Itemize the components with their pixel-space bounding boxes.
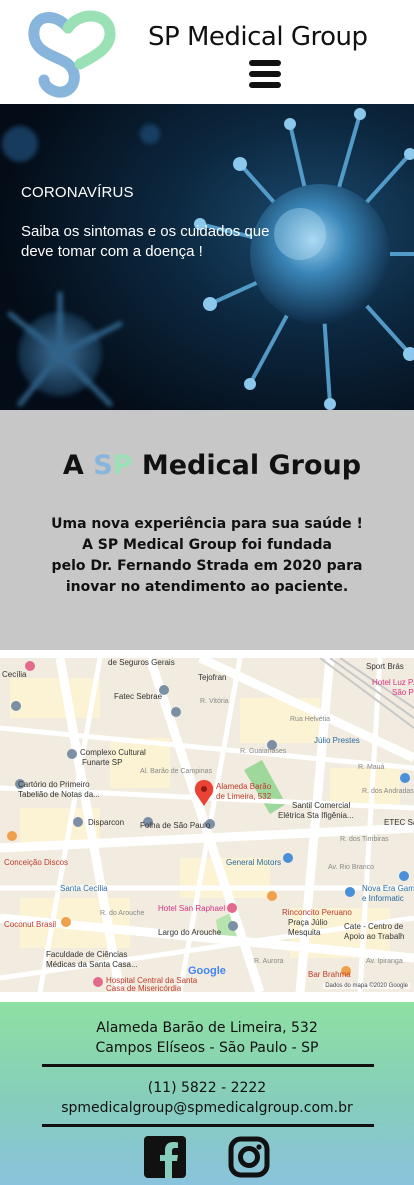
map-label: R. Vitória	[200, 698, 229, 705]
hero-text: Saiba os sintomas e os cuidados que deve…	[21, 223, 270, 260]
map-label: Tejofran	[198, 673, 227, 682]
map-label: Conceição Discos	[4, 858, 69, 867]
map-label: ETEC Sa	[384, 818, 414, 827]
map-label: Apoio ao Trabalh	[344, 932, 405, 941]
map-label: Bar Brahma	[308, 970, 351, 979]
map-label: Cecília	[2, 670, 27, 679]
site-footer: Alameda Barão de Limeira, 532 Campos Elí…	[0, 1002, 414, 1185]
map-label: R. do Arouche	[100, 910, 145, 917]
map-label: Funarte SP	[82, 758, 123, 767]
footer-phone[interactable]: (11) 5822 - 2222	[0, 1078, 414, 1098]
google-logo-text: Google	[188, 965, 226, 977]
map-label: R. dos Andradas	[362, 788, 414, 795]
map-label: Cate - Centro de	[344, 922, 404, 931]
map-label: Cartório do Primeiro	[18, 780, 90, 789]
map-label: Folha de São Paulo	[140, 821, 211, 830]
hero-kicker: CORONAVÍRUS	[21, 184, 134, 201]
map-label: Al. Barão de Campinas	[140, 768, 212, 775]
map-pin-label-1[interactable]: Alameda Barão	[216, 782, 271, 791]
about-line: Uma nova experiência para sua saúde !	[51, 516, 363, 532]
footer-divider	[42, 1124, 374, 1127]
google-logo[interactable]: Google	[188, 965, 226, 977]
facebook-icon[interactable]	[144, 1136, 186, 1178]
map-label: de Seguros Gerais	[108, 658, 175, 667]
map-label: Santa Cecília	[60, 884, 108, 893]
footer-divider	[42, 1064, 374, 1067]
about-title-suffix: Medical Group	[132, 450, 362, 481]
map-label: Faculdade de Ciências	[46, 950, 128, 959]
map-label: Nova Era Gam	[362, 884, 414, 893]
map-label: Av. Rio Branco	[328, 864, 375, 871]
map-label: Largo do Arouche	[158, 928, 222, 937]
map-label: R. Aurora	[254, 958, 284, 965]
map-label: Sport Brás	[366, 662, 404, 671]
map-attribution[interactable]: Dados do mapa ©2020 Google	[323, 983, 410, 989]
location-map[interactable]: de Seguros Gerais Tejofran Sport Brás Ho…	[0, 658, 414, 992]
hamburger-menu-icon[interactable]	[249, 60, 281, 90]
map-label: Praça Júlio	[288, 918, 328, 927]
about-title-prefix: A	[62, 450, 94, 481]
footer-contact: (11) 5822 - 2222 spmedicalgroup@spmedica…	[0, 1078, 414, 1118]
map-label: Júlio Prestes	[314, 736, 360, 745]
about-line: pelo Dr. Fernando Strada em 2020 para	[51, 558, 363, 574]
map-label: Elétrica Sta Ifigênia...	[278, 811, 354, 820]
map-label: Mesquita	[288, 928, 321, 937]
map-label: Médicas da Santa Casa...	[46, 960, 138, 969]
about-line: A SP Medical Group foi fundada	[82, 537, 332, 553]
about-body: Uma nova experiência para sua saúde ! A …	[0, 514, 414, 598]
about-title-s: S	[93, 450, 113, 481]
map-label: Av. Ipiranga	[366, 958, 403, 965]
map-label: R. Mauá	[358, 764, 385, 771]
site-header: SP Medical Group	[0, 0, 414, 104]
map-label: Fatec Sebrae	[114, 692, 163, 701]
brand-name[interactable]: SP Medical Group	[148, 22, 368, 52]
map-label: São Pa	[392, 688, 414, 697]
about-title-p: P	[112, 450, 133, 481]
map-label: Disparcon	[88, 818, 125, 827]
about-title: A SP Medical Group	[0, 450, 414, 481]
map-label: Santil Comercial	[292, 801, 351, 810]
map-label: R. Guaianases	[240, 748, 287, 755]
map-label: Hotel Luz P.	[372, 678, 414, 687]
map-label: Coconut Brasil	[4, 920, 57, 929]
footer-email[interactable]: spmedicalgroup@spmedicalgroup.com.br	[0, 1098, 414, 1118]
about-section: A SP Medical Group Uma nova experiência …	[0, 410, 414, 650]
map-label: Complexo Cultural	[80, 748, 146, 757]
map-label: Rua Helvétia	[290, 716, 331, 723]
map-label: Hotel San Raphael	[158, 904, 226, 913]
address-line-2: Campos Elíseos - São Paulo - SP	[95, 1040, 319, 1056]
footer-address: Alameda Barão de Limeira, 532 Campos Elí…	[0, 1018, 414, 1058]
address-line-1: Alameda Barão de Limeira, 532	[96, 1020, 318, 1036]
map-label: Tabelião de Notas da...	[18, 790, 100, 799]
instagram-icon[interactable]	[228, 1136, 270, 1178]
map-label: e Informatic	[362, 894, 404, 903]
map-pin-label-2[interactable]: de Limeira, 532	[216, 792, 271, 801]
map-label: Casa de Misericórdia	[106, 984, 182, 992]
map-label: Rinconcito Peruano	[282, 908, 352, 917]
about-line: inovar no atendimento ao paciente.	[65, 579, 349, 595]
map-label: R. dos Timbiras	[340, 836, 389, 843]
map-label: General Motors	[226, 858, 282, 867]
hero-banner[interactable]: CORONAVÍRUS Saiba os sintomas e os cuida…	[0, 104, 414, 410]
sp-heart-logo[interactable]	[28, 6, 116, 98]
